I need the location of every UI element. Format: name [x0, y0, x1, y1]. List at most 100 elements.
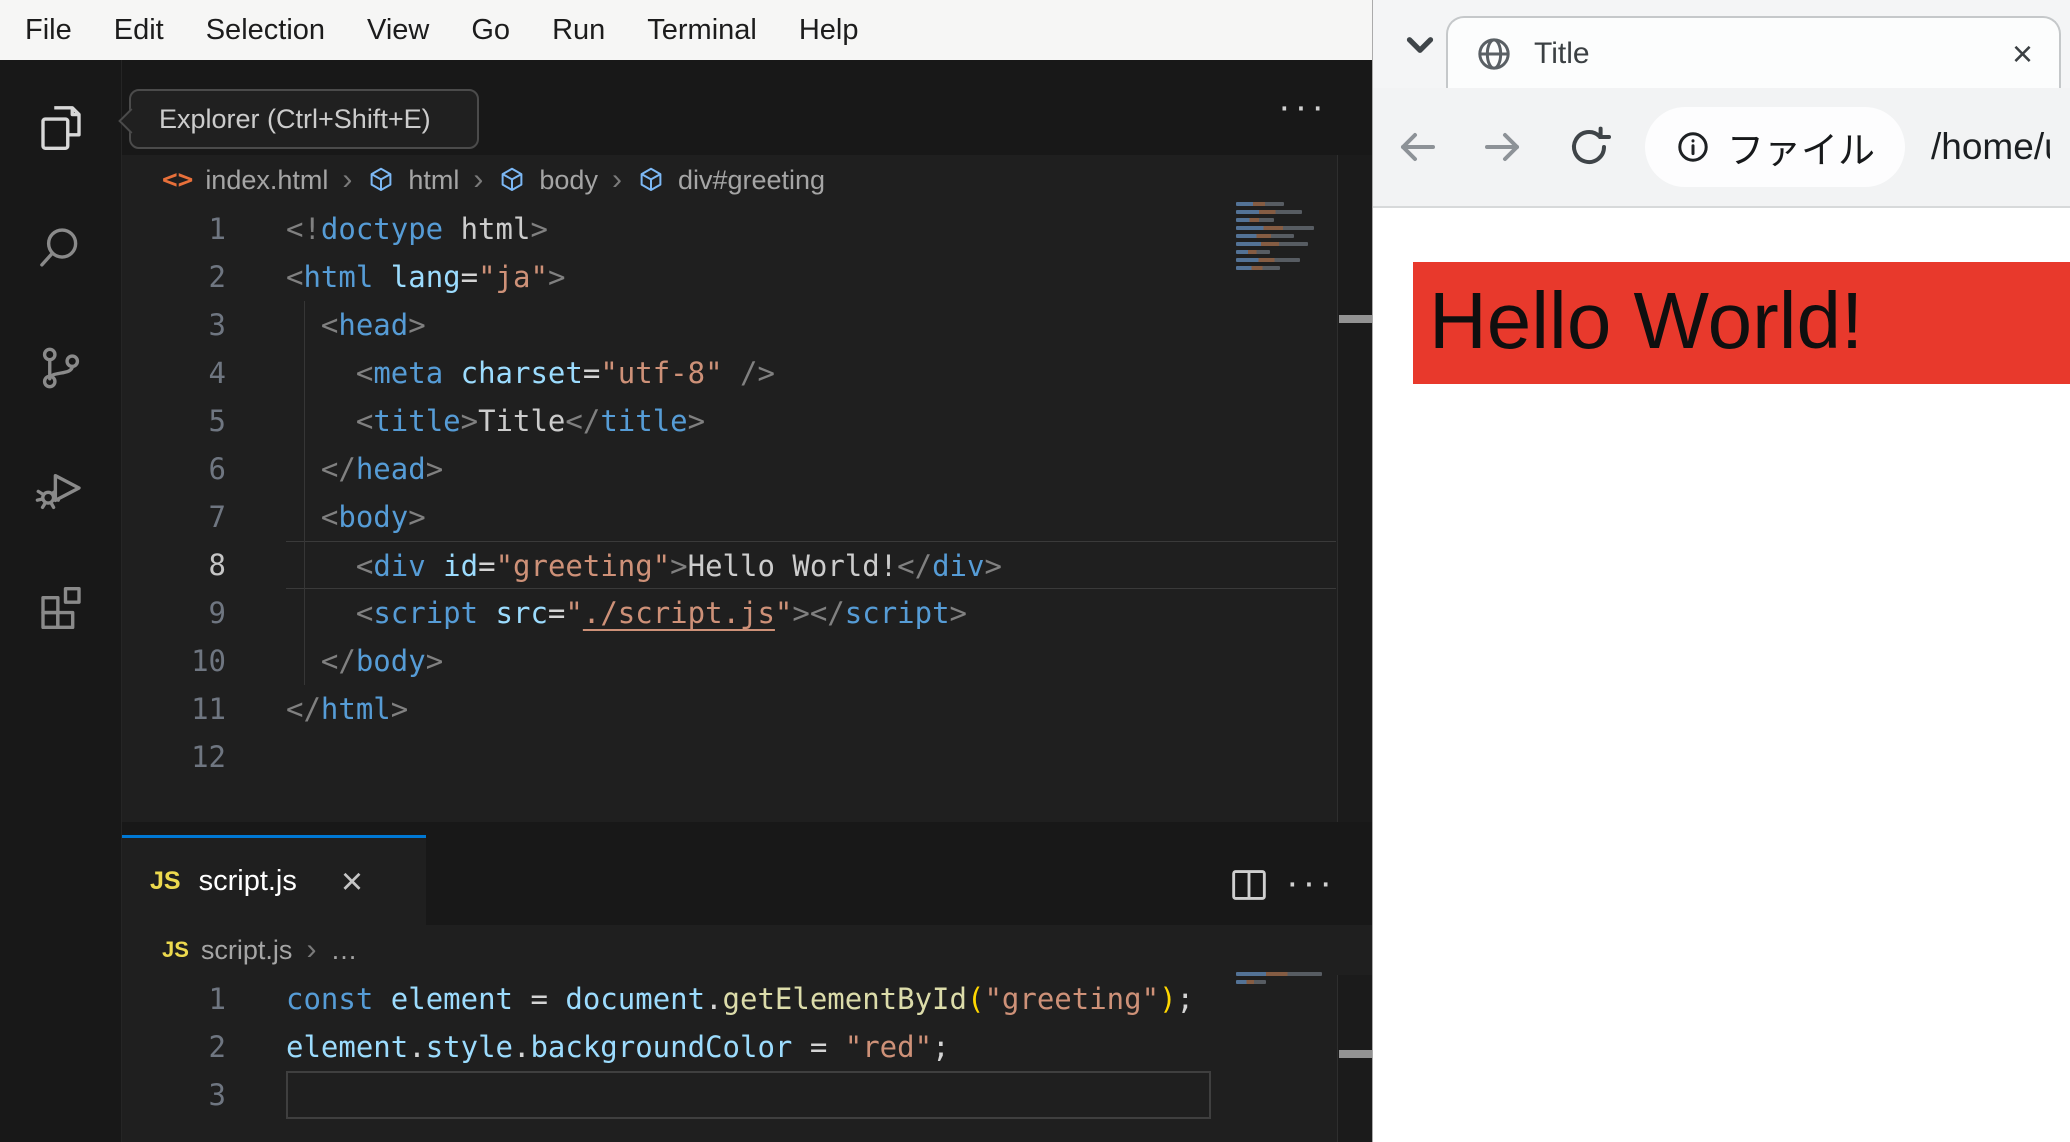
html-file-icon: <>	[162, 165, 194, 195]
menu-item-selection[interactable]: Selection	[185, 14, 346, 47]
globe-icon	[1474, 34, 1514, 74]
code-line[interactable]: 9 <script src="./script.js"></script>	[122, 589, 1372, 637]
line-number: 10	[191, 644, 226, 678]
line-number: 1	[208, 982, 226, 1016]
back-icon[interactable]	[1393, 123, 1441, 171]
code-text: element.style.backgroundColor = "red";	[286, 1030, 950, 1064]
line-number: 11	[191, 692, 226, 726]
breadcrumb-node-div-greeting[interactable]: div#greeting	[678, 165, 825, 196]
code-line[interactable]: 1 <!doctype html>	[122, 205, 1372, 253]
browser-tab[interactable]: Title ×	[1446, 16, 2061, 90]
line-number: 8	[208, 548, 226, 582]
breadcrumb-file[interactable]: script.js	[201, 935, 293, 966]
code-line[interactable]: 3 <head>	[122, 301, 1372, 349]
code-line[interactable]: 7 <body>	[122, 493, 1372, 541]
code-text: </head>	[320, 452, 444, 486]
line-number: 9	[208, 596, 226, 630]
tooltip-text: Explorer (Ctrl+Shift+E)	[159, 103, 431, 134]
code-text: </body>	[320, 644, 444, 678]
browser-tab-strip: Title ×	[1373, 0, 2070, 90]
info-icon	[1675, 129, 1711, 165]
forward-icon[interactable]	[1479, 123, 1527, 171]
breadcrumb-node-html[interactable]: html	[408, 165, 459, 196]
code-text: <body>	[320, 500, 426, 534]
reload-icon[interactable]	[1565, 123, 1613, 171]
close-tab-icon[interactable]: ×	[341, 863, 363, 901]
menu-item-help[interactable]: Help	[778, 14, 880, 47]
symbol-cube-icon	[636, 165, 666, 195]
chevron-down-icon[interactable]	[1397, 24, 1443, 66]
code-text: <div id="greeting">Hello World!</div>	[286, 541, 1336, 589]
code-line[interactable]: 10 </body>	[122, 637, 1372, 685]
html-code-editor[interactable]: 1 <!doctype html> 2 <html lang="ja"> 3 <head…	[122, 205, 1372, 781]
tab-label: script.js	[198, 865, 297, 897]
menu-item-view[interactable]: View	[346, 14, 450, 47]
tab-script-js[interactable]: JS script.js ×	[122, 835, 426, 925]
more-actions-icon[interactable]: ···	[1286, 864, 1336, 902]
code-text: <meta charset="utf-8" />	[355, 356, 775, 390]
browser-toolbar: ファイル /home/u	[1373, 88, 2070, 208]
menu-bar: File Edit Selection View Go Run Terminal…	[0, 0, 1372, 60]
line-number: 2	[208, 1030, 226, 1064]
code-text: <!doctype html>	[286, 212, 548, 246]
code-line[interactable]: 3	[122, 1071, 1372, 1119]
editor-tab-bar-bottom: JS script.js × ···	[122, 822, 1372, 925]
close-tab-icon[interactable]: ×	[2012, 36, 2033, 72]
extensions-icon[interactable]	[34, 581, 88, 635]
javascript-file-icon: JS	[162, 937, 189, 962]
line-number: 5	[208, 404, 226, 438]
more-actions-icon[interactable]: ···	[1278, 88, 1328, 126]
editor-area: ··· <> index.html › html › body › div#gr…	[121, 60, 1372, 1142]
symbol-cube-icon	[497, 165, 527, 195]
javascript-file-icon: JS	[150, 867, 181, 895]
line-number: 4	[208, 356, 226, 390]
browser-tab-title: Title	[1534, 37, 1590, 70]
menu-item-terminal[interactable]: Terminal	[626, 14, 778, 47]
browser-page: Hello World!	[1373, 210, 2070, 1142]
scrollbar-handle[interactable]	[1339, 315, 1372, 323]
line-number: 6	[208, 452, 226, 486]
breadcrumb-file[interactable]: index.html	[205, 165, 328, 196]
code-text: <html lang="ja">	[286, 260, 566, 294]
search-icon[interactable]	[34, 221, 88, 275]
code-line[interactable]: 2 element.style.backgroundColor = "red";	[122, 1023, 1372, 1071]
explorer-icon[interactable]	[34, 101, 88, 155]
code-line[interactable]: 2 <html lang="ja">	[122, 253, 1372, 301]
breadcrumb-separator: ›	[473, 163, 484, 196]
code-line[interactable]: 5 <title>Title</title>	[122, 397, 1372, 445]
run-debug-icon[interactable]	[34, 461, 88, 515]
menu-item-file[interactable]: File	[4, 14, 93, 47]
minimap[interactable]	[1232, 198, 1330, 270]
explorer-tooltip: Explorer (Ctrl+Shift+E)	[129, 89, 479, 149]
breadcrumb: JS script.js › …	[122, 925, 1372, 975]
source-control-icon[interactable]	[34, 341, 88, 395]
screenshot-root: File Edit Selection View Go Run Terminal…	[0, 0, 2070, 1142]
menu-item-run[interactable]: Run	[531, 14, 626, 47]
code-text: <title>Title</title>	[355, 404, 706, 438]
breadcrumb-separator: ›	[306, 933, 317, 966]
file-scheme-chip[interactable]: ファイル	[1645, 107, 1905, 187]
symbol-cube-icon	[366, 165, 396, 195]
code-line[interactable]: 6 </head>	[122, 445, 1372, 493]
code-line[interactable]: 12	[122, 733, 1372, 781]
address-bar-url[interactable]: /home/u	[1931, 126, 2050, 168]
code-line[interactable]: 8 <div id="greeting">Hello World!</div>	[122, 541, 1372, 589]
code-line[interactable]: 1 const element = document.getElementById…	[122, 975, 1372, 1023]
menu-item-edit[interactable]: Edit	[93, 14, 185, 47]
menu-item-go[interactable]: Go	[450, 14, 531, 47]
code-line[interactable]: 4 <meta charset="utf-8" />	[122, 349, 1372, 397]
line-number: 3	[208, 1078, 226, 1112]
minimap[interactable]	[1232, 968, 1330, 984]
code-text: </html>	[286, 692, 409, 726]
greeting-div: Hello World!	[1413, 262, 2070, 384]
activity-bar	[0, 60, 121, 1142]
js-code-editor[interactable]: 1 const element = document.getElementById…	[122, 975, 1372, 1119]
breadcrumb: <> index.html › html › body › div#greeti…	[122, 155, 1372, 205]
line-number: 12	[191, 740, 226, 774]
breadcrumb-ellipsis[interactable]: …	[330, 935, 357, 966]
code-line[interactable]: 11 </html>	[122, 685, 1372, 733]
breadcrumb-node-body[interactable]: body	[539, 165, 598, 196]
code-text: <script src="./script.js"></script>	[355, 596, 968, 630]
split-editor-icon[interactable]	[1226, 862, 1272, 908]
